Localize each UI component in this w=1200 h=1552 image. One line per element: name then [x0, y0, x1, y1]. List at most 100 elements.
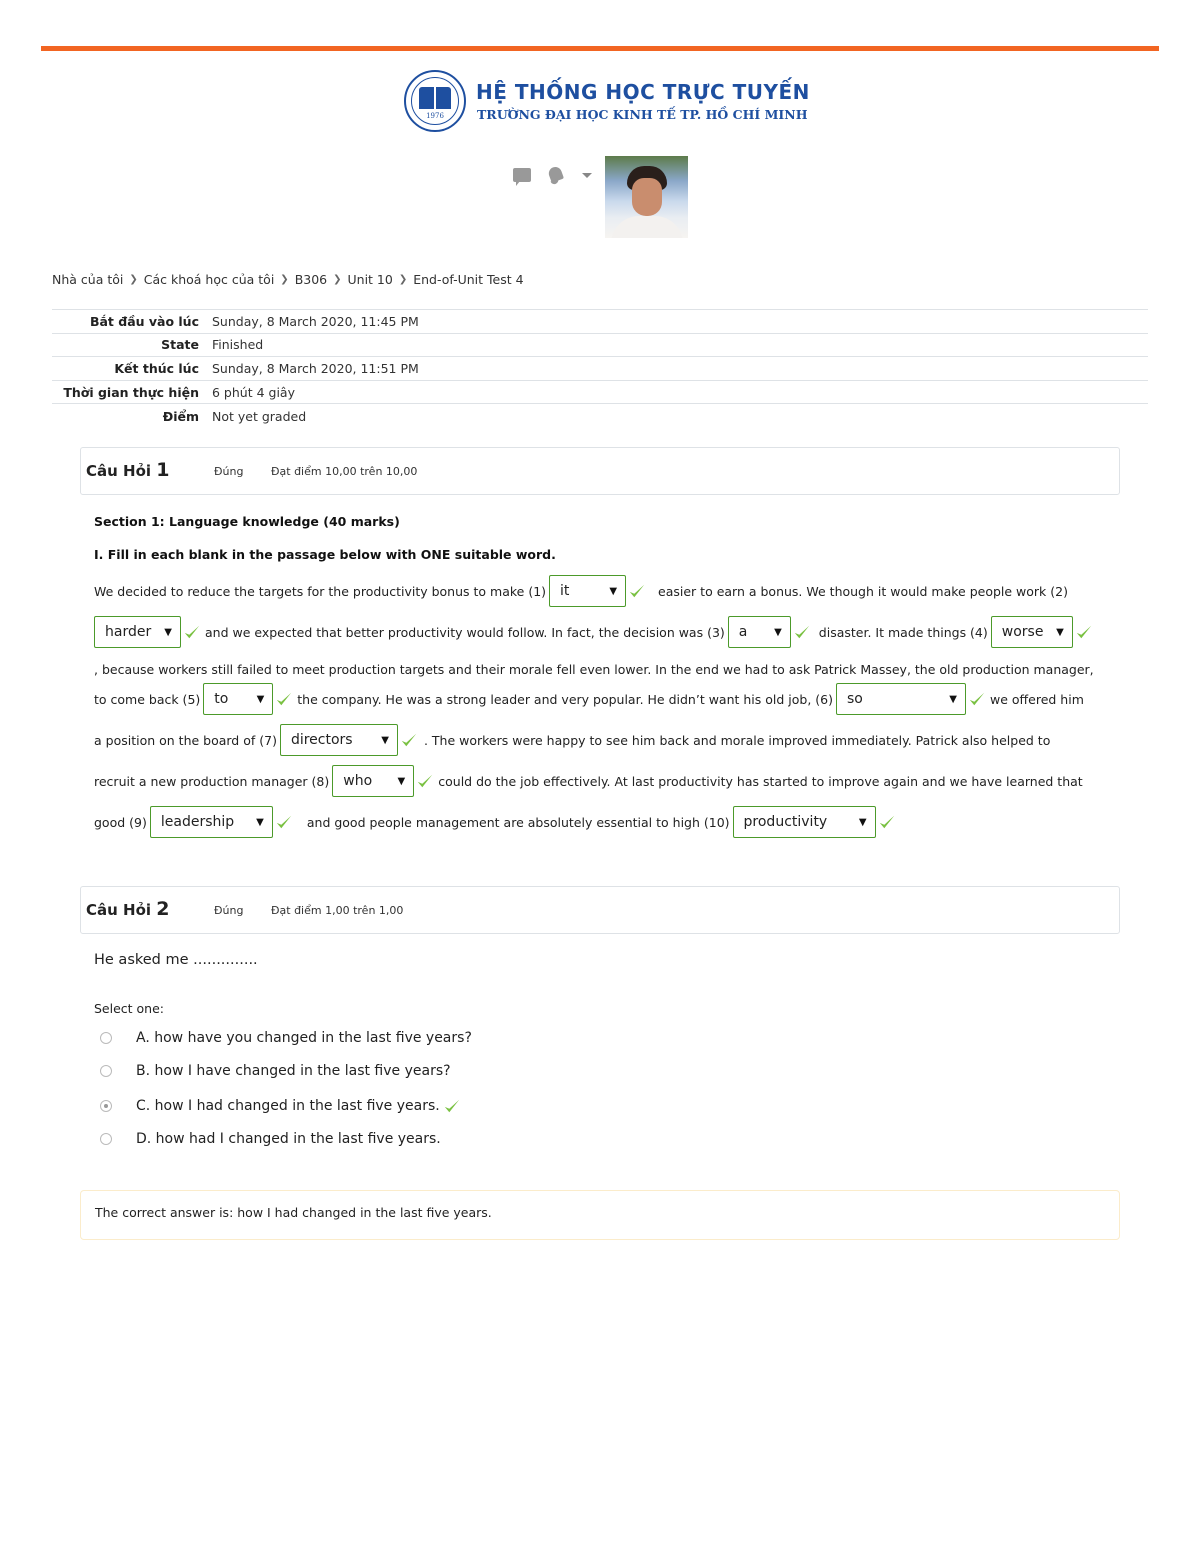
- dropdown-arrow-icon: ▼: [609, 585, 618, 597]
- select-value: leadership: [160, 814, 235, 830]
- summary-label: Thời gian thực hiện: [63, 384, 199, 400]
- passage-text: a position on the board of (7): [94, 732, 277, 748]
- instruction: I. Fill in each blank in the passage bel…: [94, 547, 556, 562]
- summary-row-started: Bắt đầu vào lúc Sunday, 8 March 2020, 11…: [52, 310, 1148, 334]
- summary-row-completed: Kết thúc lúc Sunday, 8 March 2020, 11:51…: [52, 357, 1148, 381]
- dropdown-arrow-icon: ▼: [256, 816, 264, 828]
- blank-3-select[interactable]: a ▼: [727, 616, 791, 648]
- option-label: C. how I had changed in the last five ye…: [136, 1098, 440, 1114]
- correct-check-icon: [276, 815, 292, 829]
- passage-line: harder ▼ and we expected that better pro…: [94, 616, 1097, 648]
- question-grade: Đạt điểm 1,00 trên 1,00: [271, 904, 404, 917]
- blank-6-select[interactable]: so ▼: [836, 683, 966, 715]
- select-value: who: [343, 773, 373, 789]
- dropdown-arrow-icon: ▼: [397, 775, 406, 787]
- chevron-right-icon: ❯: [280, 274, 289, 285]
- attempt-summary-table: Bắt đầu vào lúc Sunday, 8 March 2020, 11…: [52, 309, 1148, 428]
- question-grade: Đạt điểm 10,00 trên 10,00: [271, 465, 418, 478]
- site-subtitle: TRƯỜNG ĐẠI HỌC KINH TẾ TP. HỒ CHÍ MINH: [477, 107, 808, 122]
- passage-text: . The workers were happy to see him back…: [423, 732, 1051, 748]
- passage-text: good (9): [94, 814, 147, 830]
- question-number: 2: [156, 898, 170, 920]
- passage-line: recruit a new production manager (8) who…: [94, 765, 1083, 797]
- blank-5-select[interactable]: to ▼: [203, 683, 274, 715]
- passage-text: and good people management are absolutel…: [306, 814, 730, 830]
- university-seal-icon: 1976: [404, 70, 466, 132]
- summary-row-state: State Finished: [52, 334, 1148, 358]
- summary-label: Bắt đầu vào lúc: [89, 313, 199, 329]
- blank-9-select[interactable]: leadership ▼: [149, 806, 273, 838]
- summary-value: Not yet graded: [212, 408, 307, 424]
- dropdown-arrow-icon: ▼: [774, 626, 782, 638]
- breadcrumb-course[interactable]: B306: [295, 272, 327, 287]
- chevron-right-icon: ❯: [398, 274, 408, 285]
- bell-icon[interactable]: [546, 165, 565, 186]
- dropdown-arrow-icon: ▼: [381, 734, 389, 746]
- site-logo[interactable]: 1976 HỆ THỐNG HỌC TRỰC TUYẾN TRƯỜNG ĐẠI …: [404, 70, 809, 132]
- passage-text: easier to earn a bonus. We though it wou…: [658, 583, 1068, 599]
- caret-down-icon[interactable]: [582, 173, 592, 178]
- select-value: so: [847, 691, 863, 707]
- radio-button[interactable]: [100, 1133, 112, 1145]
- answer-option-a[interactable]: A. how have you changed in the last five…: [100, 1030, 472, 1046]
- answer-option-d[interactable]: D. how had I changed in the last five ye…: [100, 1131, 441, 1147]
- select-value: worse: [1001, 624, 1044, 640]
- correct-check-icon: [969, 692, 985, 706]
- correct-check-icon: [879, 815, 894, 829]
- blank-10-select[interactable]: productivity ▼: [732, 806, 876, 838]
- blank-4-select[interactable]: worse ▼: [990, 616, 1073, 648]
- summary-value: Sunday, 8 March 2020, 11:45 PM: [212, 313, 419, 329]
- passage-line: good (9) leadership ▼ and good people ma…: [94, 806, 900, 838]
- option-label: A. how have you changed in the last five…: [136, 1030, 472, 1046]
- blank-1-select[interactable]: it ▼: [549, 575, 627, 607]
- select-value: it: [560, 583, 570, 599]
- dropdown-arrow-icon: ▼: [1056, 626, 1064, 638]
- user-navigation: [510, 155, 690, 239]
- summary-label: Kết thúc lúc: [114, 360, 199, 376]
- summary-value: Sunday, 8 March 2020, 11:51 PM: [212, 360, 419, 376]
- correct-check-icon: [444, 1099, 459, 1113]
- section-title: Section 1: Language knowledge (40 marks): [94, 514, 400, 529]
- select-value: productivity: [743, 814, 828, 830]
- dropdown-arrow-icon: ▼: [164, 626, 172, 638]
- correct-check-icon: [794, 625, 809, 639]
- option-label: D. how had I changed in the last five ye…: [136, 1131, 441, 1147]
- answer-option-b[interactable]: B. how I have changed in the last five y…: [100, 1063, 451, 1079]
- passage-line: We decided to reduce the targets for the…: [94, 575, 1068, 607]
- answer-option-c[interactable]: C. how I had changed in the last five ye…: [100, 1097, 465, 1115]
- select-one-prompt: Select one:: [94, 1001, 165, 1016]
- summary-label: Điểm: [162, 408, 199, 424]
- passage-text: , because workers still failed to meet p…: [94, 661, 1094, 677]
- select-value: directors: [290, 732, 353, 748]
- site-title: HỆ THỐNG HỌC TRỰC TUYẾN: [476, 80, 810, 104]
- breadcrumb-home[interactable]: Nhà của tôi: [52, 272, 123, 287]
- blank-2-select[interactable]: harder ▼: [94, 616, 181, 648]
- correct-check-icon: [629, 584, 645, 598]
- message-icon[interactable]: [513, 168, 531, 186]
- radio-button[interactable]: [100, 1065, 112, 1077]
- radio-button-selected[interactable]: [100, 1100, 112, 1112]
- avatar[interactable]: [605, 156, 688, 238]
- feedback-text: The correct answer is: how I had changed…: [95, 1205, 492, 1220]
- question-title-prefix: Câu Hỏi: [86, 901, 152, 919]
- radio-button[interactable]: [100, 1032, 112, 1044]
- question-2-info: Câu Hỏi 2 Đúng Đạt điểm 1,00 trên 1,00: [80, 886, 1120, 934]
- question-1-info: Câu Hỏi 1 Đúng Đạt điểm 10,00 trên 10,00: [80, 447, 1120, 495]
- question-state: Đúng: [214, 904, 244, 917]
- passage-text: could do the job effectively. At last pr…: [438, 773, 1083, 789]
- breadcrumb-unit[interactable]: Unit 10: [348, 272, 393, 287]
- select-value: harder: [105, 624, 152, 640]
- breadcrumb-test[interactable]: End-of-Unit Test 4: [413, 272, 523, 287]
- question-title: Câu Hỏi 2: [86, 898, 170, 920]
- blank-7-select[interactable]: directors ▼: [279, 724, 398, 756]
- breadcrumb-my-courses[interactable]: Các khoá học của tôi: [144, 272, 275, 287]
- seal-year: 1976: [426, 112, 444, 120]
- correct-check-icon: [1076, 625, 1091, 639]
- summary-value: Finished: [212, 337, 264, 353]
- passage-line: to come back (5) to ▼ the company. He wa…: [94, 683, 1084, 715]
- blank-8-select[interactable]: who ▼: [332, 765, 415, 797]
- passage-text: we offered him: [990, 691, 1084, 707]
- correct-check-icon: [184, 625, 200, 639]
- breadcrumb: Nhà của tôi ❯ Các khoá học của tôi ❯ B30…: [52, 272, 524, 287]
- chevron-right-icon: ❯: [129, 274, 138, 285]
